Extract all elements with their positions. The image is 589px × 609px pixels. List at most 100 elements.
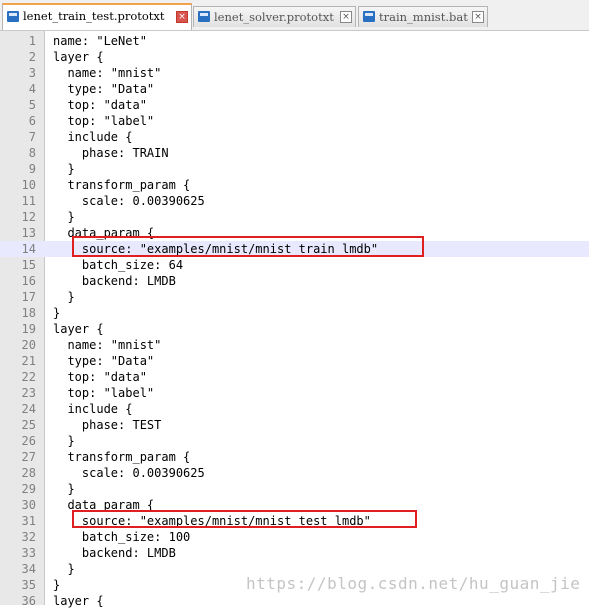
- line-text: transform_param {: [53, 178, 191, 192]
- code-line[interactable]: 19 layer {: [0, 321, 589, 337]
- line-text: layer {: [53, 594, 104, 608]
- code-line[interactable]: 20 name: "mnist": [0, 337, 589, 353]
- code-line[interactable]: 24 include {: [0, 401, 589, 417]
- line-number: 7: [28, 130, 36, 144]
- line-number: 18: [21, 306, 36, 320]
- line-number: 14: [21, 242, 36, 256]
- tab-label: lenet_solver.prototxt: [214, 10, 334, 24]
- line-number: 1: [28, 34, 36, 48]
- line-number: 15: [21, 258, 36, 272]
- line-text: type: "Data": [53, 82, 155, 96]
- close-icon[interactable]: ×: [176, 11, 188, 23]
- code-line[interactable]: 27 transform_param {: [0, 449, 589, 465]
- line-text: top: "data": [53, 370, 147, 384]
- line-text: top: "label": [53, 386, 155, 400]
- line-text: layer {: [53, 322, 104, 336]
- line-text: layer {: [53, 50, 104, 64]
- line-number: 11: [21, 194, 36, 208]
- line-text: }: [53, 306, 61, 320]
- highlight-box-test-source: [72, 510, 417, 528]
- code-line[interactable]: 26 }: [0, 433, 589, 449]
- line-text: backend: LMDB: [53, 274, 176, 288]
- code-line[interactable]: 23 top: "label": [0, 385, 589, 401]
- code-line[interactable]: 9 }: [0, 161, 589, 177]
- code-line[interactable]: 12 }: [0, 209, 589, 225]
- line-number: 36: [21, 594, 36, 608]
- line-number: 6: [28, 114, 36, 128]
- code-line[interactable]: 6 top: "label": [0, 113, 589, 129]
- line-text: include {: [53, 402, 133, 416]
- code-line[interactable]: 7 include {: [0, 129, 589, 145]
- line-number: 5: [28, 98, 36, 112]
- code-line[interactable]: 18}: [0, 305, 589, 321]
- line-number: 33: [21, 546, 36, 560]
- line-number: 22: [21, 370, 36, 384]
- line-number: 20: [21, 338, 36, 352]
- line-number: 8: [28, 146, 36, 160]
- tab-lenet-train-test[interactable]: lenet_train_test.prototxt ×: [2, 3, 192, 30]
- line-text: name: "mnist": [53, 66, 162, 80]
- tab-train-mnist-bat[interactable]: train_mnist.bat ×: [358, 6, 488, 27]
- highlight-box-train-source: [72, 236, 424, 257]
- code-line[interactable]: 21 type: "Data": [0, 353, 589, 369]
- line-text: backend: LMDB: [53, 546, 176, 560]
- line-number: 31: [21, 514, 36, 528]
- line-number: 29: [21, 482, 36, 496]
- code-line[interactable]: 1 name: "LeNet": [0, 33, 589, 49]
- code-line[interactable]: 29 }: [0, 481, 589, 497]
- code-line[interactable]: 36 layer {: [0, 593, 589, 609]
- line-text: transform_param {: [53, 450, 191, 464]
- line-text: }: [53, 482, 75, 496]
- line-text: batch_size: 100: [53, 530, 191, 544]
- line-number: 3: [28, 66, 36, 80]
- code-line[interactable]: 3 name: "mnist": [0, 65, 589, 81]
- line-number: 25: [21, 418, 36, 432]
- tab-label: lenet_train_test.prototxt: [23, 9, 165, 23]
- line-text: }: [53, 210, 75, 224]
- code-line[interactable]: 25 phase: TEST: [0, 417, 589, 433]
- code-line[interactable]: 33 backend: LMDB: [0, 545, 589, 561]
- code-line[interactable]: 16 backend: LMDB: [0, 273, 589, 289]
- code-line[interactable]: 4 type: "Data": [0, 81, 589, 97]
- tab-label: train_mnist.bat: [379, 10, 468, 24]
- code-line[interactable]: 11 scale: 0.00390625: [0, 193, 589, 209]
- code-line[interactable]: 17 }: [0, 289, 589, 305]
- file-icon: [363, 11, 375, 22]
- line-number: 13: [21, 226, 36, 240]
- line-number: 17: [21, 290, 36, 304]
- line-number: 24: [21, 402, 36, 416]
- code-line[interactable]: 22 top: "data": [0, 369, 589, 385]
- close-icon[interactable]: ×: [472, 11, 484, 23]
- line-number: 34: [21, 562, 36, 576]
- tab-bar: lenet_train_test.prototxt × lenet_solver…: [0, 0, 589, 31]
- line-number: 23: [21, 386, 36, 400]
- line-number: 26: [21, 434, 36, 448]
- file-icon: [198, 11, 210, 22]
- line-text: top: "label": [53, 114, 155, 128]
- line-number: 32: [21, 530, 36, 544]
- line-text: phase: TEST: [53, 418, 162, 432]
- line-text: }: [53, 578, 61, 592]
- line-number: 35: [21, 578, 36, 592]
- code-line[interactable]: 5 top: "data": [0, 97, 589, 113]
- code-line[interactable]: 28 scale: 0.00390625: [0, 465, 589, 481]
- code-line[interactable]: 8 phase: TRAIN: [0, 145, 589, 161]
- code-line[interactable]: 32 batch_size: 100: [0, 529, 589, 545]
- code-line[interactable]: 10 transform_param {: [0, 177, 589, 193]
- tab-lenet-solver[interactable]: lenet_solver.prototxt ×: [193, 6, 356, 27]
- line-number: 21: [21, 354, 36, 368]
- line-number: 2: [28, 50, 36, 64]
- code-line[interactable]: 15 batch_size: 64: [0, 257, 589, 273]
- line-text: phase: TRAIN: [53, 146, 169, 160]
- line-number: 12: [21, 210, 36, 224]
- line-text: name: "LeNet": [53, 34, 147, 48]
- line-number: 4: [28, 82, 36, 96]
- line-text: type: "Data": [53, 354, 155, 368]
- line-text: }: [53, 434, 75, 448]
- line-number: 28: [21, 466, 36, 480]
- code-line[interactable]: 2 layer {: [0, 49, 589, 65]
- line-number: 16: [21, 274, 36, 288]
- line-number: 19: [21, 322, 36, 336]
- line-text: }: [53, 290, 75, 304]
- close-icon[interactable]: ×: [340, 11, 352, 23]
